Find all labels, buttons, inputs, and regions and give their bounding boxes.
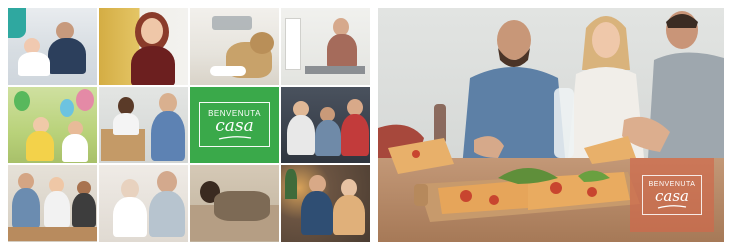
tile-woman-home-office — [281, 8, 370, 85]
tile-couple-christmas — [281, 165, 370, 242]
tile-smiling-woman-yellow — [99, 8, 188, 85]
tile-mother-baby-sofa — [8, 8, 97, 85]
hero-brand-main-text: casa — [655, 187, 689, 205]
brand-logo: BENVENUTA casa — [199, 102, 270, 148]
tile-grandparent-child — [99, 165, 188, 242]
tile-family-kitchen — [8, 165, 97, 242]
hero-photo-pizza: BENVENUTA casa — [378, 8, 724, 242]
tile-children-balloons — [8, 86, 97, 164]
hero-brand-logo: BENVENUTA casa — [630, 158, 714, 232]
photo-collage: BENVENUTA casa — [8, 8, 370, 242]
tile-friends-gaming — [281, 86, 370, 164]
tile-brand-logo: BENVENUTA casa — [190, 86, 279, 164]
tile-woman-relaxing-sofa — [190, 165, 279, 242]
hero-brand-box: BENVENUTA casa — [641, 175, 703, 215]
brand-main-text: casa — [215, 116, 254, 137]
tile-dog-living-room — [190, 8, 279, 85]
tile-couple-moving-boxes — [99, 86, 188, 164]
swoosh-icon — [218, 136, 251, 141]
